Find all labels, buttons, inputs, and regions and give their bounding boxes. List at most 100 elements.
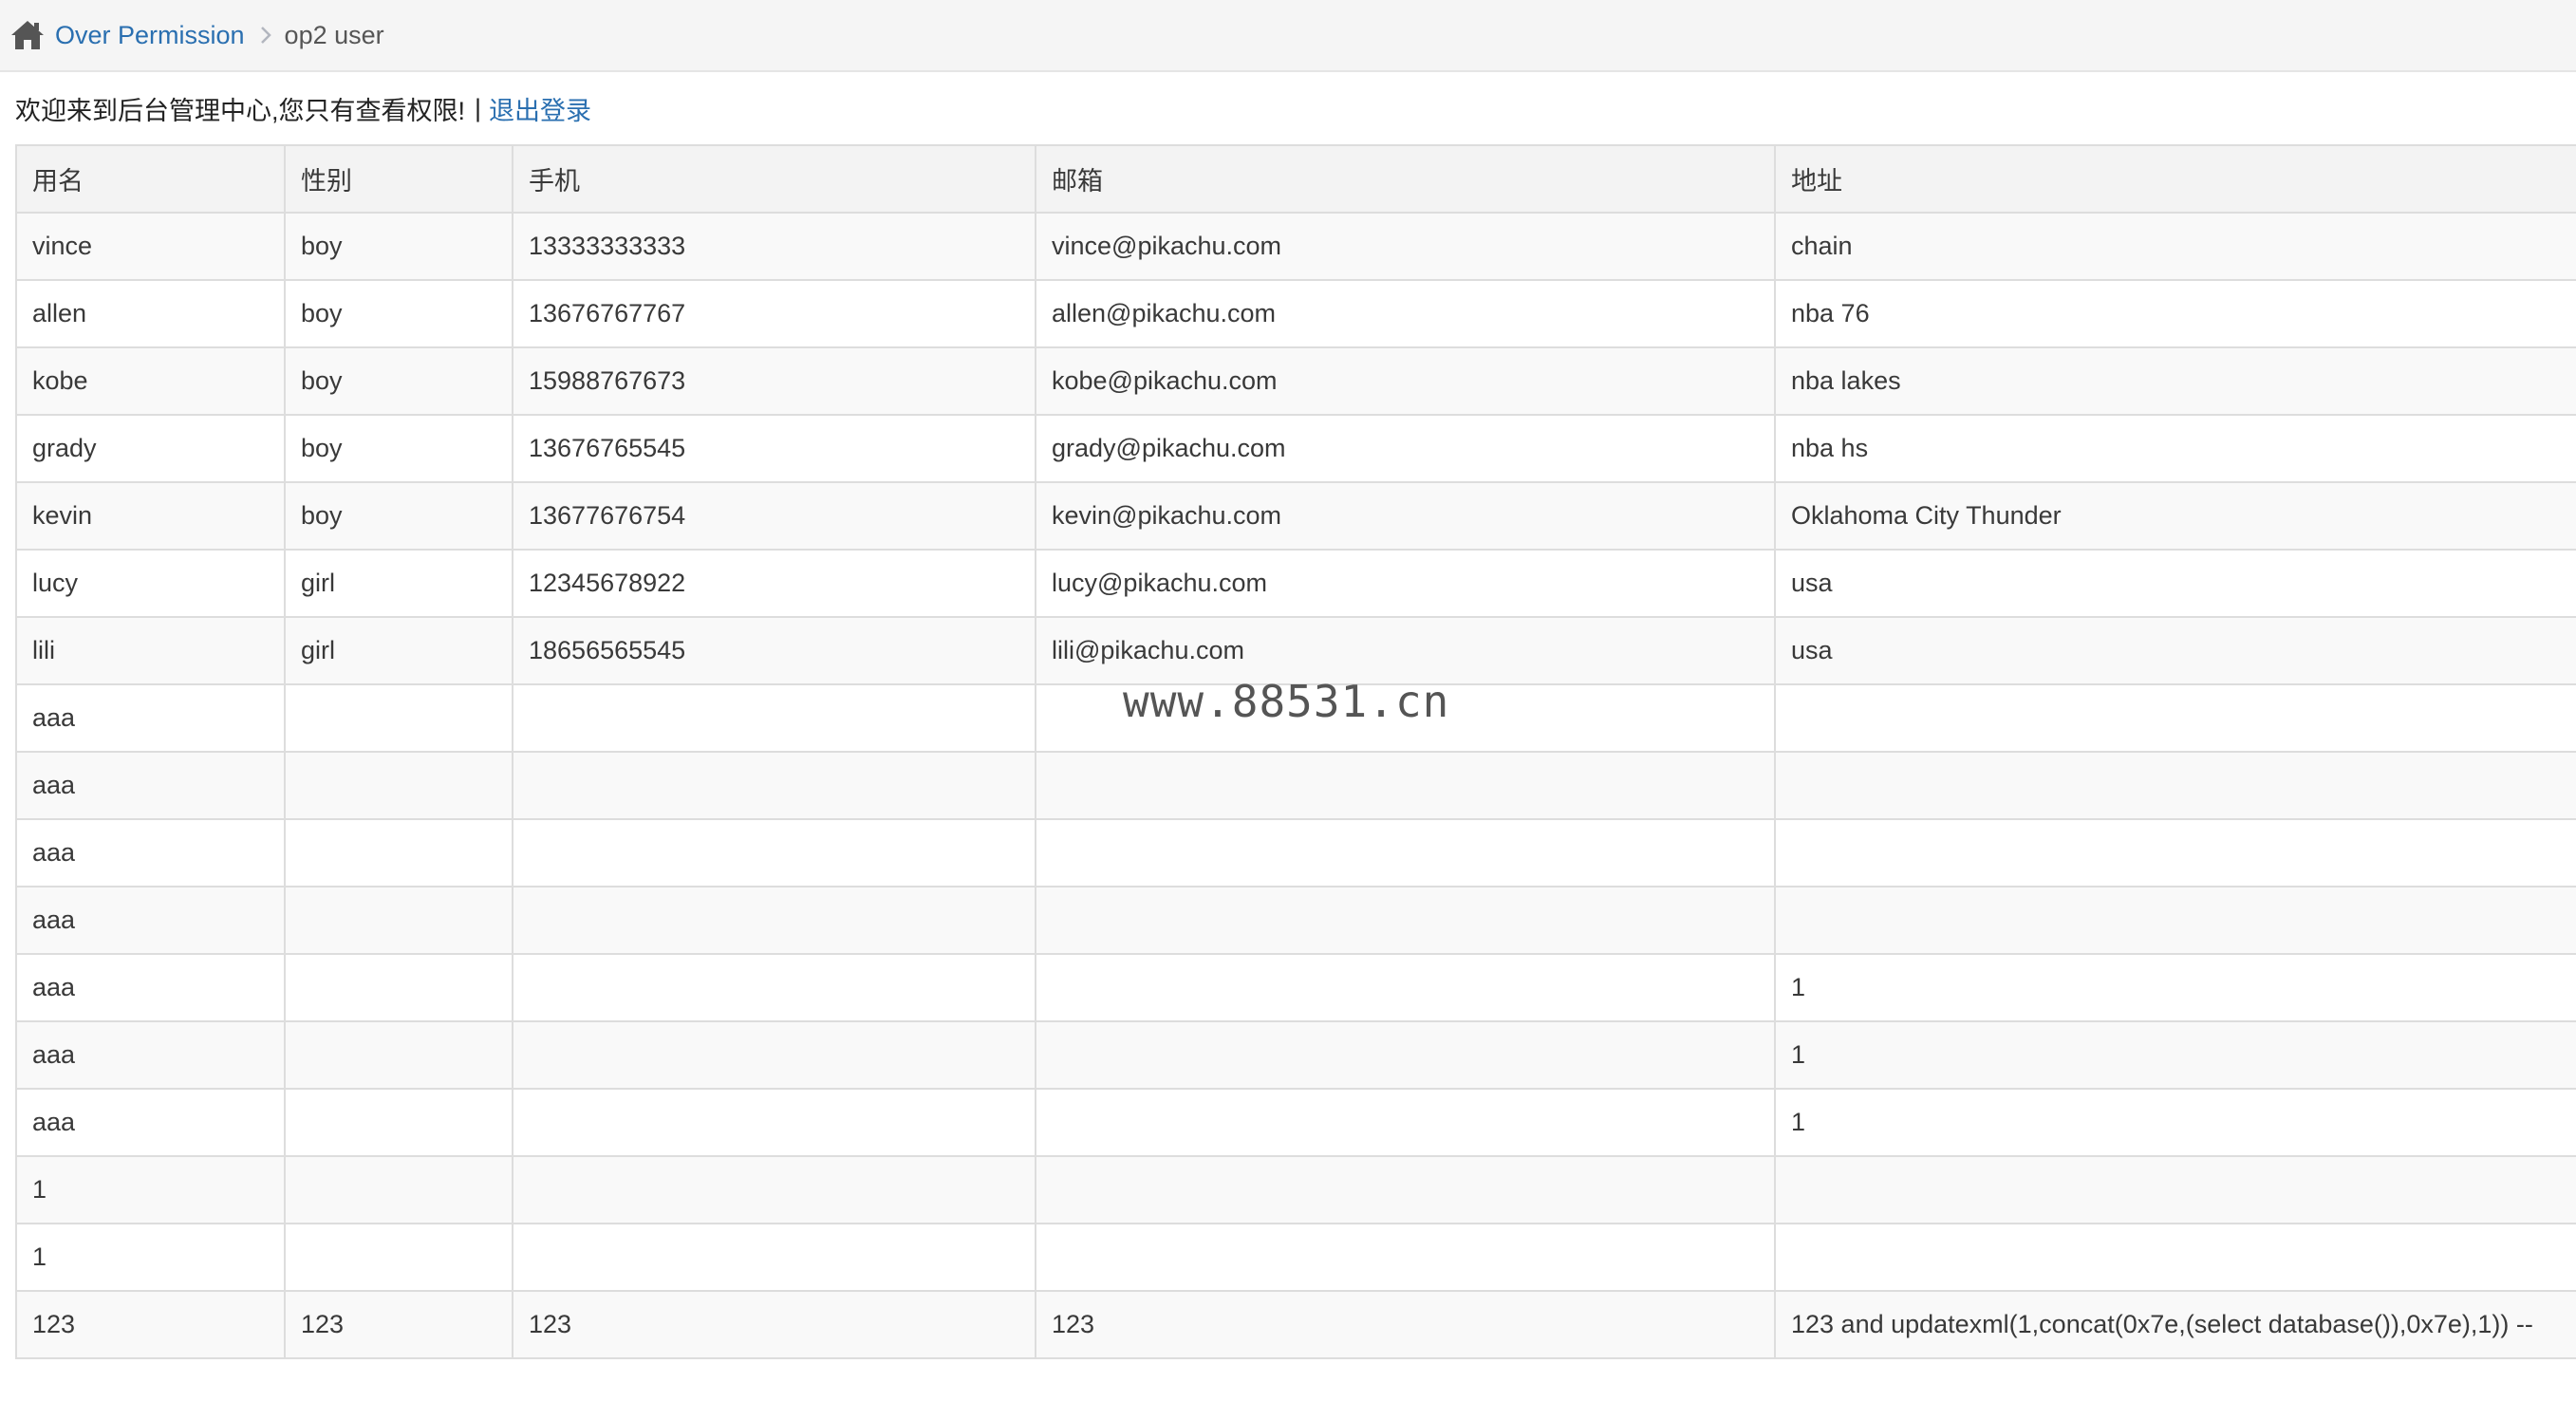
cell-username: kobe (15, 346, 286, 416)
cell-email (1035, 953, 1776, 1022)
cell-gender (284, 1088, 513, 1157)
cell-gender (284, 683, 513, 753)
home-icon[interactable] (9, 17, 46, 53)
cell-email (1035, 751, 1776, 820)
cell-email: kobe@pikachu.com (1035, 346, 1776, 416)
cell-phone (512, 886, 1036, 955)
table-row: lili girl 18656565545 lili@pikachu.com usa (15, 616, 2576, 685)
logout-link[interactable]: 退出登录 (489, 90, 591, 127)
cell-phone: 13676767767 (512, 279, 1036, 348)
cell-phone: 123 (512, 1290, 1036, 1359)
cell-gender (284, 886, 513, 955)
breadcrumb-link-over-permission[interactable]: Over Permission (55, 21, 245, 50)
cell-email: 123 (1035, 1290, 1776, 1359)
cell-address: nba lakes (1774, 346, 2576, 416)
table-row: vince boy 13333333333 vince@pikachu.com chai… (15, 212, 2576, 281)
cell-phone: 13677676754 (512, 481, 1036, 551)
cell-username: aaa (15, 886, 286, 955)
cell-email (1035, 1088, 1776, 1157)
cell-username: lucy (15, 549, 286, 618)
table-body: vince boy 13333333333 vince@pikachu.com chai… (15, 212, 2576, 1359)
cell-address (1774, 1155, 2576, 1224)
breadcrumb-current: op2 user (284, 20, 384, 49)
column-header-email: 邮箱 (1035, 144, 1776, 214)
cell-address: usa (1774, 549, 2576, 618)
cell-address (1774, 818, 2576, 888)
cell-gender (284, 1155, 513, 1224)
cell-username: kevin (15, 481, 286, 551)
cell-gender (284, 751, 513, 820)
cell-email (1035, 886, 1776, 955)
cell-gender: boy (284, 346, 513, 416)
cell-phone (512, 818, 1036, 888)
cell-phone: 15988767673 (512, 346, 1036, 416)
cell-gender (284, 818, 513, 888)
cell-address (1774, 683, 2576, 753)
cell-gender: boy (284, 414, 513, 483)
cell-username: aaa (15, 751, 286, 820)
table-row: aaa (15, 751, 2576, 820)
breadcrumb-bar: Over Permission op2 user (0, 0, 2576, 72)
table-row: aaa (15, 683, 2576, 753)
cell-email: vince@pikachu.com (1035, 212, 1776, 281)
column-header-address: 地址 (1774, 144, 2576, 214)
cell-phone (512, 1088, 1036, 1157)
cell-address (1774, 1223, 2576, 1292)
cell-email: lili@pikachu.com (1035, 616, 1776, 685)
cell-address: 1 (1774, 1088, 2576, 1157)
user-table-container: 用名 性别 手机 邮箱 地址 vince boy 13333333333 vince@pika… (15, 144, 2576, 1359)
cell-email: lucy@pikachu.com (1035, 549, 1776, 618)
welcome-line: 欢迎来到后台管理中心,您只有查看权限! | 退出登录 (15, 87, 591, 129)
cell-gender: boy (284, 279, 513, 348)
cell-username: aaa (15, 953, 286, 1022)
cell-address: chain (1774, 212, 2576, 281)
table-row: grady boy 13676765545 grady@pikachu.com nba … (15, 414, 2576, 483)
cell-address: 123 and updatexml(1,concat(0x7e,(select … (1774, 1290, 2576, 1359)
cell-phone (512, 1155, 1036, 1224)
cell-email (1035, 818, 1776, 888)
cell-username: aaa (15, 1020, 286, 1090)
cell-username: grady (15, 414, 286, 483)
cell-address (1774, 886, 2576, 955)
cell-email (1035, 1223, 1776, 1292)
welcome-separator: | (475, 93, 482, 122)
cell-email: kevin@pikachu.com (1035, 481, 1776, 551)
cell-address: 1 (1774, 1020, 2576, 1090)
cell-username: allen (15, 279, 286, 348)
welcome-text: 欢迎来到后台管理中心,您只有查看权限! (15, 96, 466, 125)
table-row: kobe boy 15988767673 kobe@pikachu.com nba la… (15, 346, 2576, 416)
cell-gender: boy (284, 481, 513, 551)
cell-address (1774, 751, 2576, 820)
cell-username: aaa (15, 1088, 286, 1157)
chevron-right-icon (260, 26, 271, 45)
cell-username: aaa (15, 818, 286, 888)
table-row: aaa (15, 886, 2576, 955)
table-row: 123 123 123 123 123 and updatexml(1,concat(0… (15, 1290, 2576, 1359)
table-row: kevin boy 13677676754 kevin@pikachu.com Okla… (15, 481, 2576, 551)
cell-phone (512, 1223, 1036, 1292)
cell-address: 1 (1774, 953, 2576, 1022)
cell-address: nba hs (1774, 414, 2576, 483)
cell-gender: boy (284, 212, 513, 281)
user-table: 用名 性别 手机 邮箱 地址 vince boy 13333333333 vince@pika… (15, 144, 2576, 1359)
table-row: aaa 1 (15, 1088, 2576, 1157)
cell-address: Oklahoma City Thunder (1774, 481, 2576, 551)
column-header-phone: 手机 (512, 144, 1036, 214)
cell-phone (512, 1020, 1036, 1090)
cell-phone (512, 751, 1036, 820)
table-header-row: 用名 性别 手机 邮箱 地址 (15, 144, 2576, 214)
cell-email: allen@pikachu.com (1035, 279, 1776, 348)
cell-phone (512, 683, 1036, 753)
column-header-username: 用名 (15, 144, 286, 214)
cell-gender: girl (284, 549, 513, 618)
cell-email (1035, 1155, 1776, 1224)
table-row: aaa (15, 818, 2576, 888)
cell-phone: 13676765545 (512, 414, 1036, 483)
table-row: 1 (15, 1155, 2576, 1224)
cell-username: vince (15, 212, 286, 281)
cell-email (1035, 1020, 1776, 1090)
cell-username: 1 (15, 1155, 286, 1224)
cell-phone (512, 953, 1036, 1022)
cell-gender (284, 1020, 513, 1090)
table-row: allen boy 13676767767 allen@pikachu.com nba … (15, 279, 2576, 348)
